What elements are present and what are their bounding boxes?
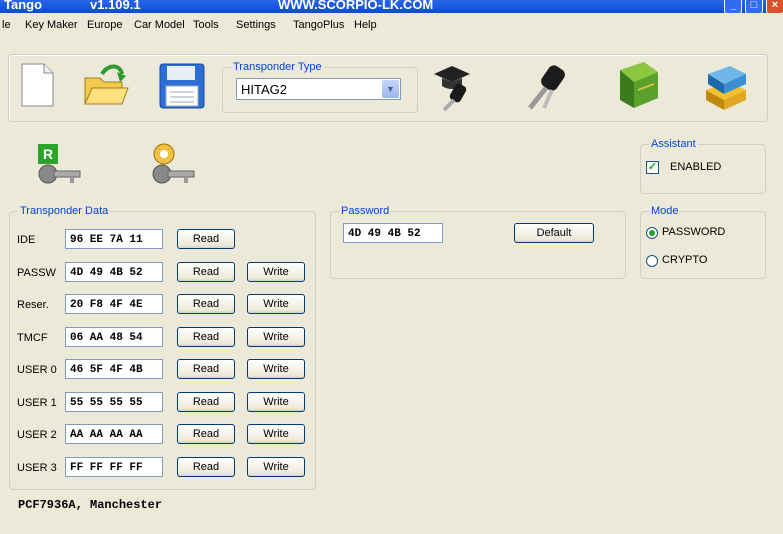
menu-help[interactable]: Help bbox=[354, 19, 377, 31]
user1-read-button[interactable]: Read bbox=[177, 392, 235, 412]
row-label-user1: USER 1 bbox=[17, 397, 57, 409]
user1-value-field[interactable]: 55 55 55 55 bbox=[65, 392, 163, 412]
password-group: Password bbox=[330, 205, 626, 279]
password-field[interactable]: 4D 49 4B 52 bbox=[343, 223, 443, 243]
user0-value-field[interactable]: 46 5F 4F 4B bbox=[65, 359, 163, 379]
user3-value-field[interactable]: FF FF FF FF bbox=[65, 457, 163, 477]
menu-settings[interactable]: Settings bbox=[236, 19, 276, 31]
ide-read-button[interactable]: Read bbox=[177, 229, 235, 249]
passw-read-button[interactable]: Read bbox=[177, 262, 235, 282]
mode-password-radio[interactable] bbox=[646, 227, 658, 239]
reser-value-field[interactable]: 20 F8 4F 4E bbox=[65, 294, 163, 314]
user3-read-button[interactable]: Read bbox=[177, 457, 235, 477]
green-book-icon[interactable] bbox=[614, 60, 662, 110]
assistant-enabled-label: ENABLED bbox=[670, 161, 722, 173]
user0-write-button[interactable]: Write bbox=[247, 359, 305, 379]
passw-value-field[interactable]: 4D 49 4B 52 bbox=[65, 262, 163, 282]
status-text: PCF7936A, Manchester bbox=[18, 498, 163, 512]
graduation-key-icon[interactable] bbox=[430, 60, 480, 112]
row-label-user2: USER 2 bbox=[17, 429, 57, 441]
user2-value-field[interactable]: AA AA AA AA bbox=[65, 424, 163, 444]
password-title: Password bbox=[339, 205, 392, 217]
new-file-icon[interactable] bbox=[20, 62, 56, 108]
tmcf-value-field[interactable]: 06 AA 48 54 bbox=[65, 327, 163, 347]
app-version: v1.109.1 bbox=[90, 0, 141, 12]
menu-europe[interactable]: Europe bbox=[87, 19, 122, 31]
app-site: WWW.SCORPIO-LK.COM bbox=[278, 0, 434, 12]
mode-crypto-radio[interactable] bbox=[646, 255, 658, 267]
row-label-tmcf: TMCF bbox=[17, 332, 48, 344]
read-badge-letter: R bbox=[43, 146, 53, 162]
menu-key-maker[interactable]: Key Maker bbox=[25, 19, 78, 31]
read-key-icon[interactable]: R bbox=[36, 142, 82, 188]
mode-group: Mode bbox=[640, 205, 766, 279]
user3-write-button[interactable]: Write bbox=[247, 457, 305, 477]
menu-file[interactable]: le bbox=[2, 19, 11, 31]
user2-read-button[interactable]: Read bbox=[177, 424, 235, 444]
row-label-ide: IDE bbox=[17, 234, 36, 246]
transponder-data-group: Transponder Data bbox=[9, 205, 316, 490]
assistant-title: Assistant bbox=[649, 138, 698, 150]
settings-key-icon[interactable] bbox=[150, 142, 196, 188]
menu-tangoplus[interactable]: TangoPlus bbox=[293, 19, 344, 31]
row-label-user0: USER 0 bbox=[17, 364, 57, 376]
default-button[interactable]: Default bbox=[514, 223, 594, 243]
menu-car-model[interactable]: Car Model bbox=[134, 19, 185, 31]
maximize-button[interactable]: □ bbox=[745, 0, 763, 13]
row-label-reser: Reser. bbox=[17, 299, 49, 311]
row-label-passw: PASSW bbox=[17, 267, 56, 279]
car-keys-icon[interactable] bbox=[520, 60, 570, 112]
title-bar: Tango v1.109.1 WWW.SCORPIO-LK.COM _ □ × bbox=[0, 0, 783, 13]
mode-title: Mode bbox=[649, 205, 681, 217]
save-floppy-icon[interactable] bbox=[158, 62, 206, 110]
transponder-type-title: Transponder Type bbox=[231, 61, 324, 73]
mode-password-label: PASSWORD bbox=[662, 226, 726, 238]
open-folder-icon[interactable] bbox=[82, 62, 130, 108]
reser-write-button[interactable]: Write bbox=[247, 294, 305, 314]
tmcf-write-button[interactable]: Write bbox=[247, 327, 305, 347]
close-button[interactable]: × bbox=[766, 0, 783, 13]
passw-write-button[interactable]: Write bbox=[247, 262, 305, 282]
user1-write-button[interactable]: Write bbox=[247, 392, 305, 412]
transponder-type-value: HITAG2 bbox=[241, 82, 287, 97]
menu-bar: le Key Maker Europe Car Model Tools Sett… bbox=[0, 15, 783, 37]
mode-crypto-label: CRYPTO bbox=[662, 254, 708, 266]
row-label-user3: USER 3 bbox=[17, 462, 57, 474]
transponder-data-title: Transponder Data bbox=[18, 205, 111, 217]
minimize-button[interactable]: _ bbox=[724, 0, 742, 13]
books-stack-icon[interactable] bbox=[700, 60, 750, 112]
assistant-enabled-checkbox[interactable]: ✓ bbox=[646, 161, 659, 174]
user2-write-button[interactable]: Write bbox=[247, 424, 305, 444]
menu-tools[interactable]: Tools bbox=[193, 19, 219, 31]
tmcf-read-button[interactable]: Read bbox=[177, 327, 235, 347]
chevron-down-icon[interactable]: ▼ bbox=[382, 80, 399, 98]
transponder-type-select[interactable]: HITAG2 ▼ bbox=[236, 78, 401, 100]
user0-read-button[interactable]: Read bbox=[177, 359, 235, 379]
reser-read-button[interactable]: Read bbox=[177, 294, 235, 314]
app-title: Tango bbox=[4, 0, 43, 12]
ide-value-field[interactable]: 96 EE 7A 11 bbox=[65, 229, 163, 249]
